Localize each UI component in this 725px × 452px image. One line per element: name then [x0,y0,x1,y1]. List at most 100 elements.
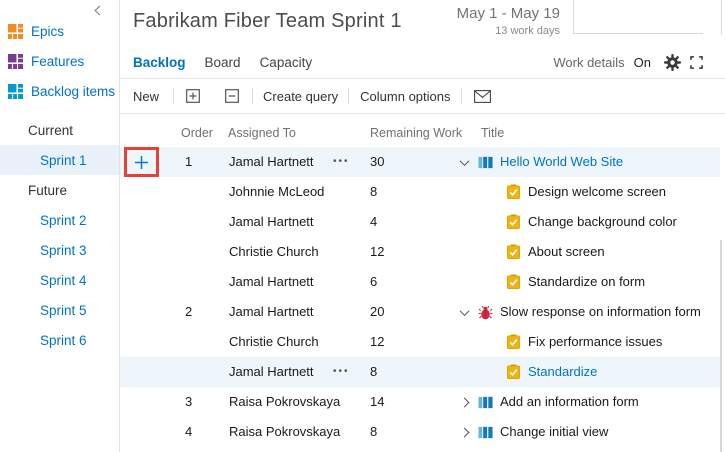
table-row[interactable]: Jamal Hartnett ••• 8 Standardize [120,357,720,387]
row-context-menu[interactable]: ••• [333,147,363,177]
collapse-all-button[interactable] [225,89,239,103]
gear-icon[interactable] [664,53,681,71]
table-row[interactable]: 3 Raisa Pokrovskaya 14 Add an informatio… [120,387,720,417]
remaining-work-cell: 12 [370,334,385,349]
work-item-title[interactable]: Design welcome screen [528,177,666,207]
column-options-button[interactable]: Column options [360,89,450,104]
work-item-title[interactable]: Standardize on form [528,267,645,297]
boxed-minus-icon [225,89,239,103]
work-item-icon-holder [506,244,521,260]
table-row[interactable]: Jamal Hartnett 4 Change background color [120,207,720,237]
epics-icon [8,23,23,39]
tab-backlog[interactable]: Backlog [133,55,186,70]
tab-bar: Backlog Board Capacity Work details On [133,48,703,76]
collapse-sidebar-button[interactable] [92,3,106,17]
panel-right-border [721,0,722,34]
table-row[interactable]: Christie Church 12 Fix performance issue… [120,327,720,357]
order-cell [185,327,225,357]
order-cell: 2 [185,304,193,319]
expand-chevron [459,397,469,407]
fullscreen-icon[interactable] [690,55,703,69]
sidebar-item-sprint[interactable]: Sprint 2 [0,205,119,235]
title-cell: Add an information form [456,387,720,417]
task-icon [507,334,520,349]
sprint-groups: Current Sprint 1 Future Sprint 2 Sprint 3 Spr… [0,115,119,355]
expand-toggle[interactable] [456,397,472,407]
expand-toggle[interactable] [456,155,472,166]
sidebar-item-sprint[interactable]: Sprint 1 [0,145,119,175]
assigned-to-cell: Jamal Hartnett [229,274,314,289]
sidebar-item-features[interactable]: Features [0,46,119,76]
remaining-work-cell: 12 [370,244,385,259]
sprint-group-label: Current [28,122,74,138]
sidebar-item-sprint[interactable]: Sprint 4 [0,265,119,295]
sidebar-item-epics[interactable]: Epics [0,16,119,46]
tab-board[interactable]: Board [205,55,241,70]
work-item-title[interactable]: Fix performance issues [528,327,662,357]
expand-toggle[interactable] [456,305,472,316]
work-item-title[interactable]: Change initial view [500,417,608,447]
work-item-title[interactable]: Change background color [528,207,677,237]
table-row[interactable]: 4 Raisa Pokrovskaya 8 Change initial vie… [120,417,720,447]
work-item-title[interactable]: Hello World Web Site [500,147,623,177]
work-item-icon-holder [506,364,521,380]
sidebar-item-sprint[interactable]: Sprint 6 [0,325,119,355]
remaining-work-cell: 4 [370,214,378,229]
column-header-assigned-to[interactable]: Assigned To [228,126,296,140]
assigned-to-cell: Jamal Hartnett [229,304,314,319]
title-cell: Change background color [456,207,720,237]
column-header-order[interactable]: Order [181,126,213,140]
main-content: Fabrikam Fiber Team Sprint 1 May 1 - May… [120,0,725,452]
work-details-label: Work details [553,54,625,70]
sidebar-item-sprint[interactable]: Sprint 3 [0,235,119,265]
grid-toolbar: New Create query Column options [133,79,491,113]
sidebar-item-sprint[interactable]: Sprint 5 [0,295,119,325]
remaining-work-cell: 8 [370,364,378,379]
chevron-left-icon [94,5,104,15]
assigned-to-cell: Christie Church [229,334,319,349]
work-item-title[interactable]: Add an information form [500,387,639,417]
order-cell [185,267,225,297]
assigned-to-cell: Raisa Pokrovskaya [229,424,341,439]
expand-toggle[interactable] [456,427,472,437]
table-row[interactable]: 1 Jamal Hartnett ••• 30 Hello World Web … [120,147,720,177]
grid-column-headers: Order Assigned To Remaining Work Title [120,113,725,147]
assigned-to-cell: Jamal Hartnett [229,364,314,379]
work-item-title[interactable]: About screen [528,237,605,267]
table-row[interactable]: Jamal Hartnett 6 Standardize on form [120,267,720,297]
sidebar-item-backlog-items[interactable]: Backlog items [0,76,119,106]
order-cell: 1 [185,154,193,169]
expand-all-button[interactable] [186,89,200,103]
work-item-icon-holder [478,395,493,410]
add-task-button[interactable] [134,155,149,170]
create-query-button[interactable]: Create query [263,89,338,104]
bug-icon [478,305,493,319]
remaining-work-cell: 14 [370,394,385,409]
product-backlog-item-icon [478,426,493,438]
work-details-controls: Work details On [553,53,703,71]
table-row[interactable]: Christie Church 12 About screen [120,237,720,267]
grid-scrollbar[interactable] [720,240,722,452]
tab-capacity[interactable]: Capacity [260,55,313,70]
column-header-remaining-work[interactable]: Remaining Work [370,126,462,140]
table-row[interactable]: 2 Jamal Hartnett 20 Slow response on inf… [120,297,720,327]
product-backlog-item-icon [478,396,493,408]
task-icon [507,184,520,199]
sidebar-item-label: Epics [31,23,65,39]
title-cell: Standardize on form [456,267,720,297]
title-cell: Fix performance issues [456,327,720,357]
sprint-group-label: Future [28,182,68,198]
row-context-menu[interactable]: ••• [333,357,363,387]
column-header-title[interactable]: Title [481,126,504,140]
title-cell: Hello World Web Site [456,147,720,177]
work-item-title[interactable]: Slow response on information form [500,297,701,327]
work-details-toggle[interactable]: On [634,55,651,70]
burndown-chart-placeholder[interactable] [573,0,703,34]
email-button[interactable] [473,89,491,103]
work-item-icon-holder [478,305,493,320]
toolbar-separator [252,88,254,104]
title-cell: Design welcome screen [456,177,720,207]
new-button[interactable]: New [133,89,159,104]
table-row[interactable]: Johnnie McLeod 8 Design welcome screen [120,177,720,207]
work-item-title[interactable]: Standardize [528,357,597,387]
